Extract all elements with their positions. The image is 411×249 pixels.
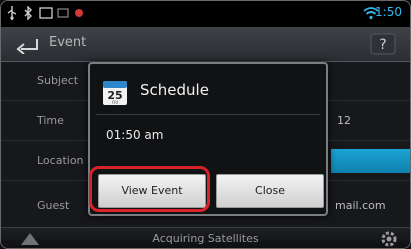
usb-icon (7, 6, 17, 20)
highlight-outline (89, 166, 210, 212)
dialog-time: 01:50 am (106, 128, 164, 142)
notification-icon (57, 8, 69, 18)
calendar-icon: 25 FRI (103, 81, 127, 105)
help-icon[interactable]: ? (370, 33, 396, 55)
close-button[interactable]: Close (216, 174, 324, 208)
back-arrow-icon[interactable] (13, 34, 41, 54)
time-label: Time (37, 114, 64, 127)
gear-icon[interactable] (380, 230, 398, 248)
location-label: Location (37, 154, 84, 167)
screen-icon (39, 7, 53, 19)
record-icon (75, 9, 83, 17)
status-time: 1:50 (375, 5, 402, 19)
subject-label: Subject (37, 74, 79, 87)
dialog-title: Schedule (140, 81, 209, 99)
bluetooth-icon (24, 6, 32, 20)
title-bar: Event ? (1, 27, 410, 62)
status-bar: 1:50 (1, 1, 410, 27)
location-field[interactable] (331, 149, 410, 173)
guest-value: mail.com (335, 199, 386, 212)
bottom-bar: Acquiring Satellites (1, 227, 410, 248)
page-title: Event (49, 35, 87, 50)
svg-text:?: ? (379, 37, 386, 53)
time-value: 12 (337, 114, 351, 127)
guest-label: Guest (37, 199, 70, 212)
gps-status: Acquiring Satellites (152, 232, 259, 245)
dialog-divider (96, 114, 320, 115)
svg-text:FRI: FRI (112, 100, 118, 105)
